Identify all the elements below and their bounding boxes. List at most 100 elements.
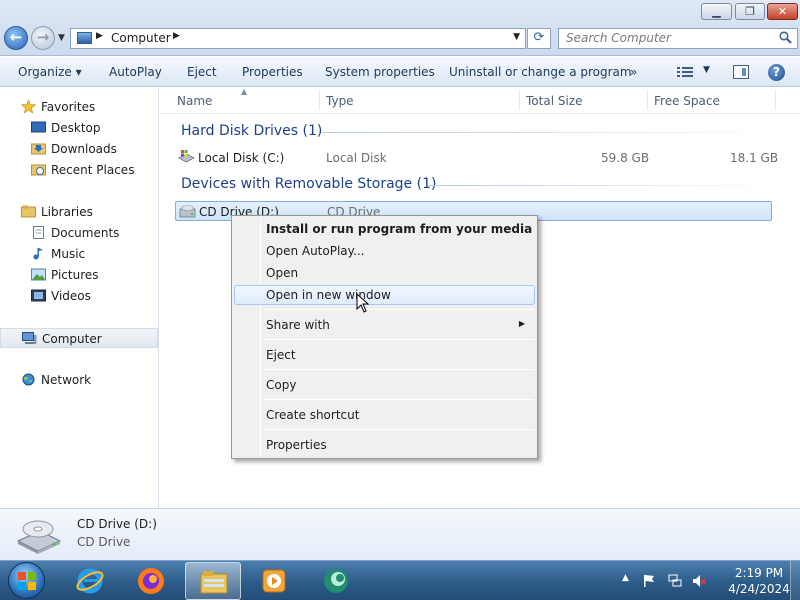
sidebar-item-downloads[interactable]: Downloads [0, 139, 158, 159]
menu-separator [264, 339, 534, 340]
libraries-icon [21, 205, 36, 218]
column-divider[interactable] [775, 90, 776, 110]
autoplay-button[interactable]: AutoPlay [109, 65, 162, 79]
sidebar-item-music[interactable]: Music [0, 244, 158, 264]
sidebar-item-desktop[interactable]: Desktop [0, 118, 158, 138]
sidebar-item-documents[interactable]: Documents [0, 223, 158, 243]
menu-item-label: Open AutoPlay... [266, 244, 365, 258]
group-header-removable-storage[interactable]: Devices with Removable Storage (1) [181, 176, 436, 192]
context-menu: Install or run program from your media O… [231, 215, 538, 459]
network-status-icon[interactable] [668, 574, 682, 588]
menu-item-properties[interactable]: Properties [234, 435, 535, 455]
group-header-hard-disk-drives[interactable]: Hard Disk Drives (1) [181, 123, 322, 139]
menu-item-label: Install or run program from your media [266, 222, 533, 236]
breadcrumb-computer[interactable]: Computer [111, 31, 171, 45]
taskbar-internet-explorer[interactable] [62, 562, 118, 600]
column-header-free-space[interactable]: Free Space [654, 94, 720, 108]
menu-item-open[interactable]: Open [234, 263, 535, 283]
computer-icon [77, 32, 92, 44]
column-divider[interactable] [647, 90, 648, 110]
hard-drive-icon [178, 150, 195, 163]
media-player-icon [262, 569, 286, 593]
help-icon[interactable]: ? [768, 64, 785, 81]
view-dropdown[interactable]: ▼ [703, 65, 710, 75]
volume-muted-icon[interactable] [692, 574, 706, 588]
details-item-type: CD Drive [77, 535, 131, 549]
cd-drive-icon [16, 520, 62, 554]
column-header-total-size[interactable]: Total Size [526, 94, 582, 108]
forward-arrow-icon: → [36, 28, 50, 46]
sidebar-item-label: Videos [51, 289, 91, 303]
menu-item-label: Properties [266, 438, 327, 452]
internet-explorer-icon [76, 568, 104, 594]
show-hidden-icons-button[interactable]: ▲ [622, 573, 636, 587]
close-button[interactable]: ✕ [767, 3, 798, 20]
maximize-button[interactable]: ❐ [735, 3, 765, 20]
drive-row-local-disk[interactable]: Local Disk (C:) Local Disk 59.8 GB 18.1 … [175, 148, 778, 168]
sidebar-item-recent-places[interactable]: Recent Places [0, 160, 158, 180]
column-header-type[interactable]: Type [326, 94, 354, 108]
forward-button[interactable]: → [31, 26, 55, 50]
drive-free-space: 18.1 GB [730, 151, 779, 165]
organize-menu[interactable]: Organize ▾ [18, 65, 82, 79]
search-input[interactable]: Search Computer [558, 28, 798, 49]
view-options-icon[interactable] [677, 66, 693, 78]
back-button[interactable]: ← [4, 26, 28, 50]
sidebar-item-favorites[interactable]: Favorites [0, 97, 158, 117]
sidebar-item-label: Favorites [41, 100, 96, 114]
taskbar-media-player[interactable] [246, 562, 302, 600]
menu-item-open-autoplay[interactable]: Open AutoPlay... [234, 241, 535, 261]
menu-item-eject[interactable]: Eject [234, 345, 535, 365]
recent-places-icon [31, 164, 46, 176]
column-divider[interactable] [519, 90, 520, 110]
menu-item-share-with[interactable]: Share with ▶ [234, 315, 535, 335]
taskbar-app[interactable] [308, 562, 364, 600]
refresh-button[interactable]: ⟳ [527, 28, 551, 49]
sidebar-item-label: Downloads [51, 142, 117, 156]
sidebar-item-computer[interactable]: Computer [0, 328, 158, 348]
menu-item-copy[interactable]: Copy [234, 375, 535, 395]
menu-item-install-or-run[interactable]: Install or run program from your media [234, 219, 535, 239]
clock-date[interactable]: 4/24/2024 [728, 582, 790, 596]
menu-item-label: Open [266, 266, 299, 280]
system-properties-button[interactable]: System properties [325, 65, 435, 79]
minimize-button[interactable]: ▁ [701, 3, 732, 20]
taskbar-firefox[interactable] [123, 562, 179, 600]
column-headers: ▲ Name Type Total Size Free Space [160, 87, 800, 114]
show-desktop-button[interactable] [790, 561, 800, 600]
more-commands-button[interactable]: » [630, 65, 637, 79]
sidebar-item-libraries[interactable]: Libraries [0, 202, 158, 222]
column-divider[interactable] [319, 90, 320, 110]
sidebar-item-network[interactable]: Network [0, 370, 158, 390]
search-icon[interactable] [779, 31, 792, 44]
sidebar-item-pictures[interactable]: Pictures [0, 265, 158, 285]
clock-time[interactable]: 2:19 PM [728, 566, 790, 580]
action-center-flag-icon[interactable] [642, 574, 656, 588]
sidebar-item-label: Libraries [41, 205, 93, 219]
recent-pages-dropdown[interactable]: ▼ [58, 33, 65, 43]
address-bar[interactable]: ▶ Computer ▶ ▼ [70, 28, 526, 49]
breadcrumb-separator[interactable]: ▶ [173, 31, 180, 41]
start-button[interactable] [8, 562, 45, 599]
eject-button[interactable]: Eject [187, 65, 217, 79]
sidebar-item-label: Music [51, 247, 86, 261]
firefox-icon [138, 568, 164, 594]
preview-pane-icon[interactable] [733, 65, 749, 79]
column-header-name[interactable]: Name [177, 94, 212, 108]
breadcrumb-separator[interactable]: ▶ [96, 31, 103, 41]
pictures-icon [31, 268, 46, 281]
menu-separator [264, 429, 534, 430]
menu-item-label: Create shortcut [266, 408, 360, 422]
menu-item-open-in-new-window[interactable]: Open in new window [234, 285, 535, 305]
taskbar-windows-explorer[interactable] [185, 562, 241, 600]
menu-item-label: Share with [266, 318, 330, 332]
properties-button[interactable]: Properties [242, 65, 303, 79]
sort-ascending-icon: ▲ [241, 87, 248, 96]
address-dropdown[interactable]: ▼ [513, 32, 520, 42]
sidebar-item-videos[interactable]: Videos [0, 286, 158, 306]
taskbar: ▲ 2:19 PM 4/24/2024 [0, 560, 800, 600]
menu-item-create-shortcut[interactable]: Create shortcut [234, 405, 535, 425]
uninstall-program-button[interactable]: Uninstall or change a program [449, 65, 632, 79]
menu-item-label: Open in new window [266, 288, 391, 302]
folder-icon [200, 571, 228, 594]
